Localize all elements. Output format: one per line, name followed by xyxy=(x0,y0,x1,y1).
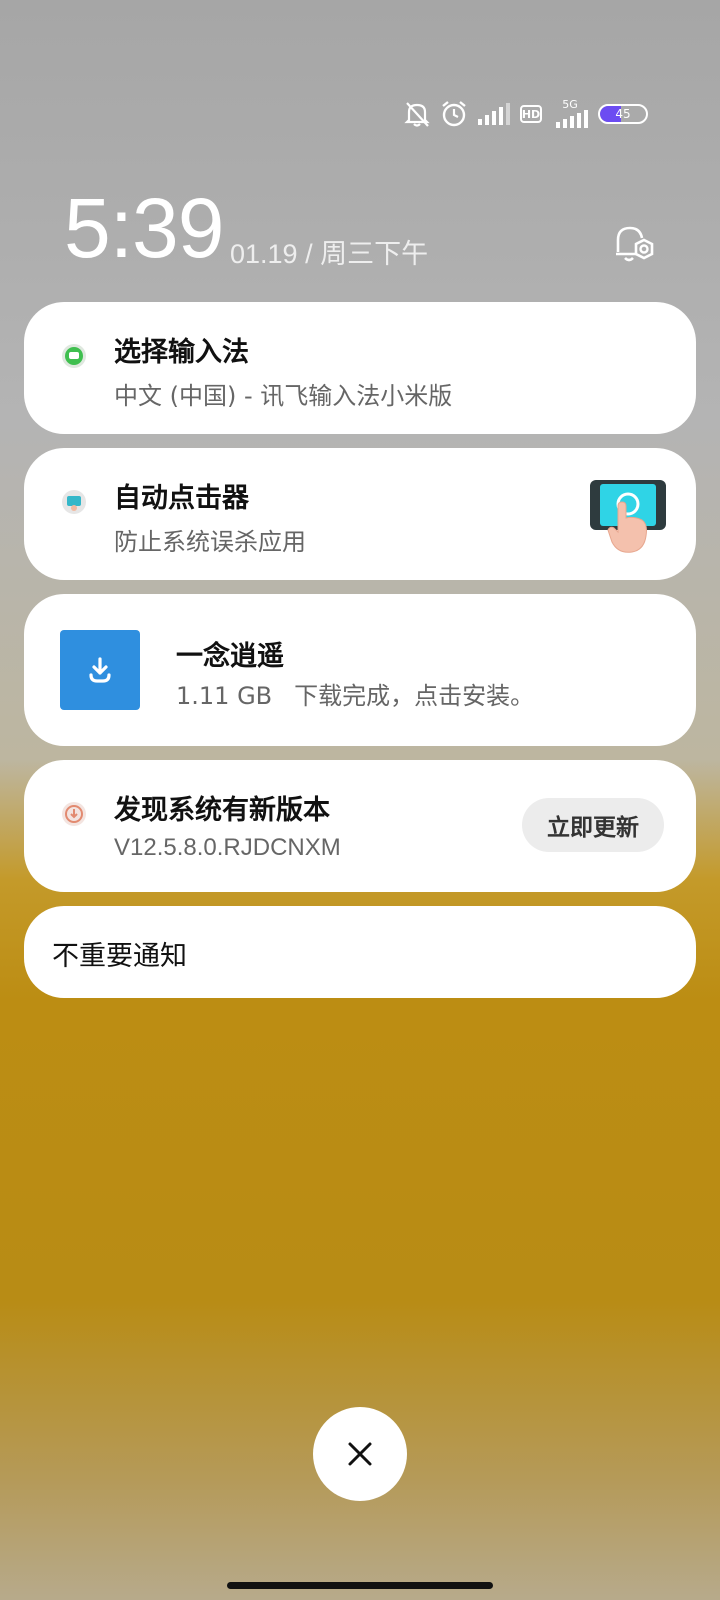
network-type-label: 5G xyxy=(562,98,578,111)
notification-title: 选择输入法 xyxy=(114,337,249,368)
home-indicator[interactable] xyxy=(227,1582,493,1589)
status-bar: HD 5G 45 xyxy=(404,96,648,132)
signal-5g-icon: 5G xyxy=(552,98,588,128)
notification-text: V12.5.8.0.RJDCNXM xyxy=(114,834,341,861)
alarm-icon xyxy=(442,101,466,127)
hd-icon: HD xyxy=(520,105,542,123)
notification-title: 自动点击器 xyxy=(114,483,249,514)
update-now-button[interactable]: 立即更新 xyxy=(522,798,664,852)
battery-percent: 45 xyxy=(615,107,631,121)
notification-title: 一念逍遥 xyxy=(176,641,284,672)
notification-text: 1.11 GB 下载完成，点击安装。 xyxy=(176,676,534,711)
notification-input-method[interactable]: 选择输入法 中文 (中国) - 讯飞输入法小米版 xyxy=(24,302,696,434)
close-icon xyxy=(348,1442,372,1466)
system-update-icon xyxy=(62,802,86,826)
notification-download[interactable]: 一念逍遥 1.11 GB 下载完成，点击安装。 xyxy=(24,594,696,746)
clear-all-button[interactable] xyxy=(313,1407,407,1501)
notification-title: 发现系统有新版本 xyxy=(114,795,330,826)
download-icon xyxy=(60,630,140,710)
auto-clicker-icon xyxy=(62,490,86,514)
input-method-icon xyxy=(62,344,86,368)
download-size: 1.11 GB xyxy=(176,682,273,710)
notification-text: 中文 (中国) - 讯飞输入法小米版 xyxy=(114,382,453,410)
notification-auto-clicker[interactable]: 自动点击器 防止系统误杀应用 xyxy=(24,448,696,580)
unimportant-notifications[interactable]: 不重要通知 xyxy=(24,906,696,998)
notification-text: 防止系统误杀应用 xyxy=(114,528,306,556)
signal-icon xyxy=(478,103,510,125)
battery-icon: 45 xyxy=(598,104,648,124)
unimportant-label: 不重要通知 xyxy=(52,941,187,972)
notification-system-update[interactable]: 发现系统有新版本 V12.5.8.0.RJDCNXM 立即更新 xyxy=(24,760,696,892)
notification-settings-icon[interactable] xyxy=(612,222,658,270)
tap-phone-image xyxy=(590,480,666,553)
clock-time: 5:39 xyxy=(64,181,224,275)
download-status: 下载完成，点击安装。 xyxy=(294,682,535,710)
bell-off-icon xyxy=(404,102,430,127)
clock-date: 01.19 / 周三下午 xyxy=(230,239,429,269)
